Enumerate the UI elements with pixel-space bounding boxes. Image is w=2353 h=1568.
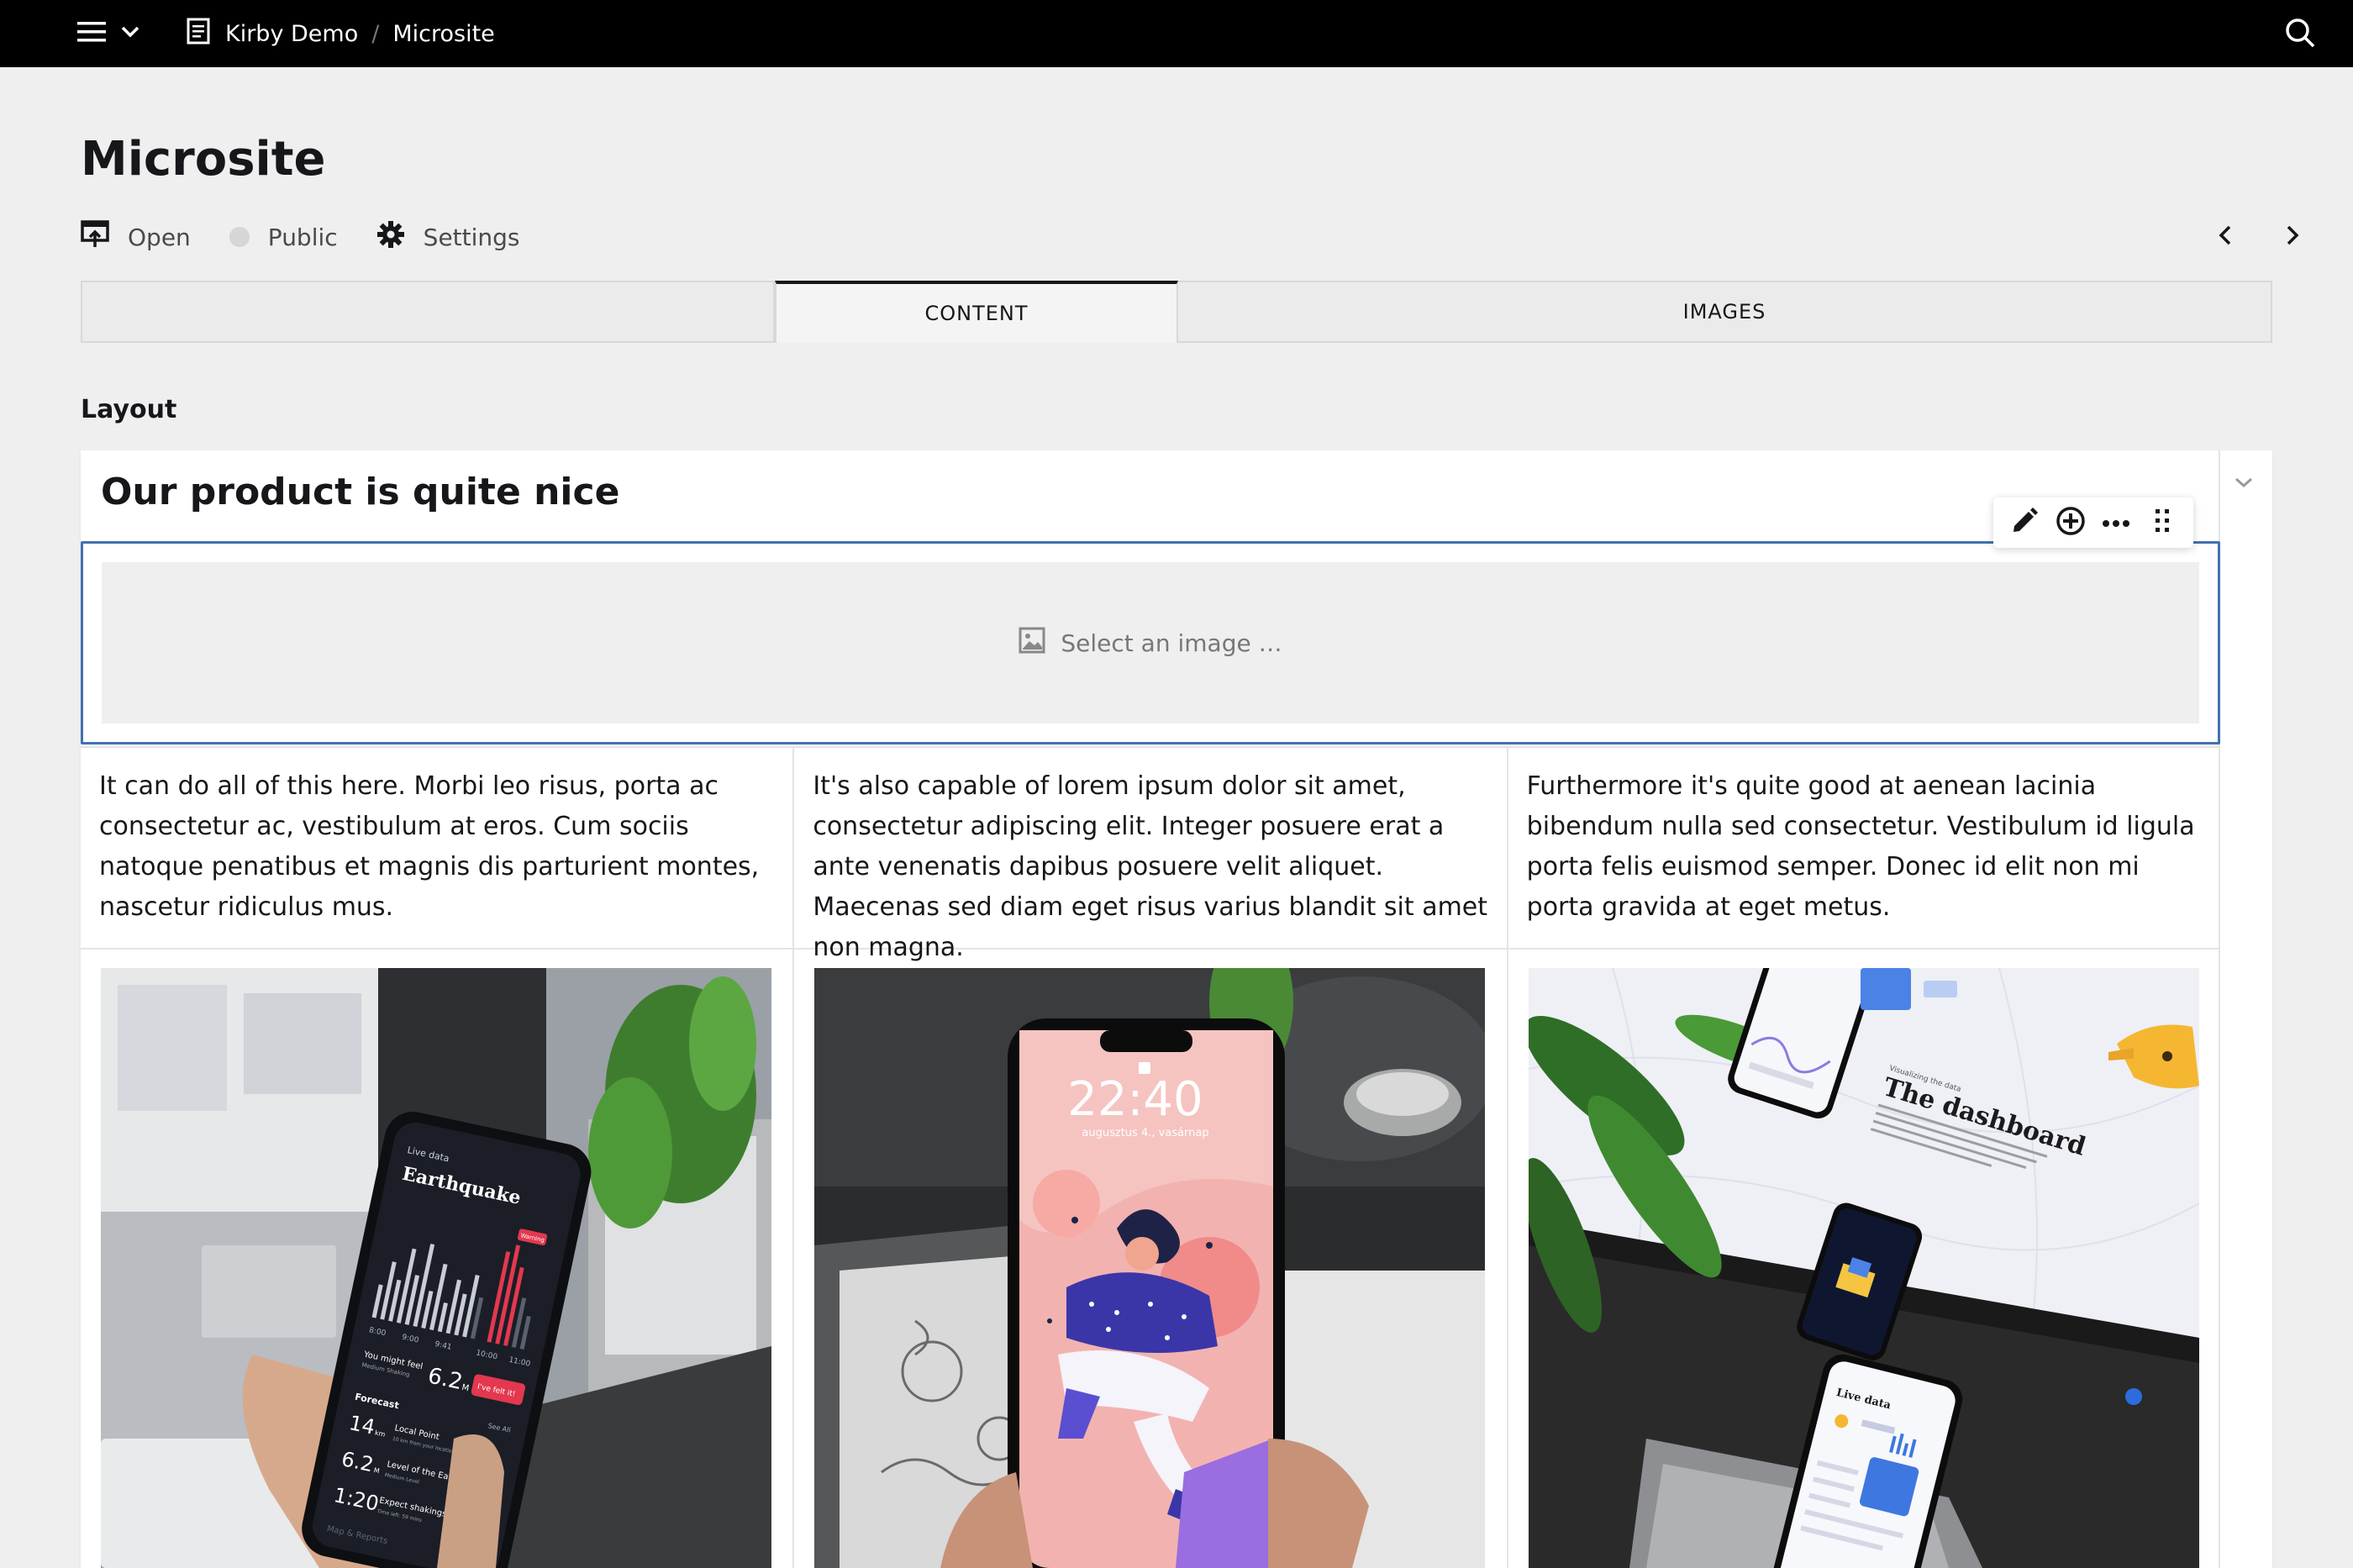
gear-icon: [376, 220, 405, 255]
status-button[interactable]: Public: [229, 224, 338, 251]
page-icon: [187, 18, 210, 50]
image-placeholder[interactable]: Select an image …: [102, 562, 2199, 723]
search-button[interactable]: [2281, 15, 2319, 54]
image-block-3[interactable]: Visualizing the data The dashboard Live …: [1528, 968, 2200, 1568]
collapse-button[interactable]: [2225, 466, 2262, 502]
menu-icon: [77, 20, 106, 47]
lock-time: 22:40: [1068, 1072, 1203, 1127]
settings-button[interactable]: Settings: [376, 220, 520, 255]
image-block[interactable]: Select an image …: [81, 541, 2220, 745]
add-block-button[interactable]: [2051, 503, 2090, 542]
text-block-3[interactable]: Furthermore it's quite good at aenean la…: [1508, 748, 2220, 948]
breadcrumb-page-label: Microsite: [392, 20, 495, 47]
block-toolbar: [1993, 497, 2193, 548]
tab-content[interactable]: CONTENT: [775, 281, 1178, 343]
collapse-chevron-icon: [2234, 476, 2254, 492]
page-options: Open Public Settings: [81, 217, 559, 257]
open-icon: [81, 219, 109, 255]
breadcrumb-site[interactable]: Kirby Demo: [187, 18, 358, 50]
earthquake-app-photo: Live data Earthquake Warning 8:00 9:00 9…: [101, 968, 771, 1568]
layout-row: Our product is quite nice Select an imag…: [81, 450, 2220, 1568]
image-column-3: Visualizing the data The dashboard Live …: [1508, 950, 2220, 1568]
dashboard-photo: Visualizing the data The dashboard Live …: [1528, 968, 2199, 1568]
lockscreen-photo: 22:40 augusztus 4., vasárnap: [814, 968, 1486, 1568]
topbar: Kirby Demo / Microsite: [0, 0, 2353, 67]
image-placeholder-label: Select an image …: [1061, 629, 1282, 657]
chevron-down-icon: [121, 25, 139, 42]
drag-handle-icon: [2154, 508, 2171, 538]
edit-block-button[interactable]: [2005, 503, 2044, 542]
pencil-icon: [2010, 507, 2039, 539]
status-dot-icon: [229, 227, 250, 247]
text-columns: It can do all of this here. Morbi leo ri…: [81, 746, 2220, 962]
image-block-2[interactable]: 22:40 augusztus 4., vasárnap: [814, 968, 1486, 1568]
image-column-1: Live data Earthquake Warning 8:00 9:00 9…: [81, 950, 795, 1568]
image-columns: Live data Earthquake Warning 8:00 9:00 9…: [81, 950, 2220, 1568]
breadcrumb-separator: /: [371, 20, 380, 47]
tab-images[interactable]: IMAGES: [1178, 281, 2272, 343]
breadcrumb: Kirby Demo / Microsite: [187, 0, 495, 67]
text-block-1[interactable]: It can do all of this here. Morbi leo ri…: [81, 748, 795, 948]
more-icon: [2102, 515, 2130, 531]
breadcrumb-site-label: Kirby Demo: [225, 20, 359, 47]
lock-date: augusztus 4., vasárnap: [1082, 1127, 1209, 1139]
previous-page-button[interactable]: [2210, 217, 2240, 257]
add-circle-icon: [2056, 506, 2086, 539]
heading-block[interactable]: Our product is quite nice: [101, 471, 619, 513]
menu-button[interactable]: [77, 17, 150, 50]
next-page-button[interactable]: [2277, 217, 2308, 257]
tab-bar: CONTENT IMAGES: [81, 281, 2272, 343]
layout-field: Our product is quite nice Select an imag…: [81, 450, 2272, 1568]
more-options-button[interactable]: [2097, 503, 2135, 542]
search-icon: [2284, 17, 2316, 52]
page-navigation: [2210, 217, 2308, 257]
chevron-right-icon: [2285, 224, 2300, 250]
settings-label: Settings: [423, 223, 520, 251]
chevron-left-icon: [2218, 224, 2233, 250]
open-label: Open: [128, 223, 191, 251]
status-label: Public: [267, 223, 338, 251]
page-title: Microsite: [81, 132, 326, 187]
layout-field-label: Layout: [81, 395, 177, 424]
text-block-2[interactable]: It's also capable of lorem ipsum dolor s…: [794, 748, 1508, 962]
breadcrumb-page[interactable]: Microsite: [392, 21, 494, 47]
image-block-1[interactable]: Live data Earthquake Warning 8:00 9:00 9…: [101, 968, 772, 1568]
tab-bar-spacer: [81, 281, 775, 343]
image-icon: [1019, 627, 1045, 660]
open-button[interactable]: Open: [81, 219, 191, 255]
drag-handle-button[interactable]: [2143, 503, 2182, 542]
image-column-2: 22:40 augusztus 4., vasárnap: [794, 950, 1508, 1568]
